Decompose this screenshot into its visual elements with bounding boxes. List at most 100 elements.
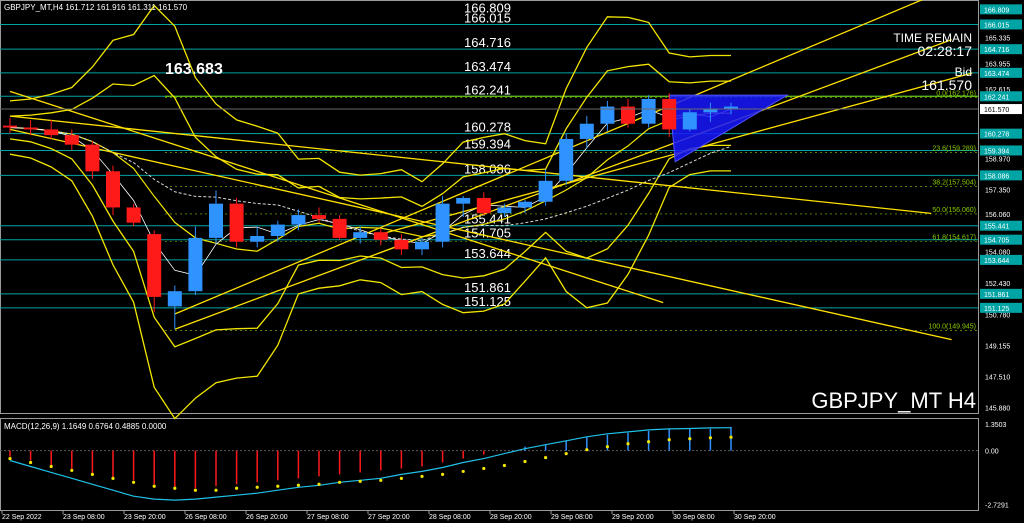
candle[interactable] — [435, 196, 450, 248]
macd-signal-dot — [647, 440, 651, 444]
candle-body — [229, 203, 244, 242]
current-price-text: 161.570 — [984, 107, 1009, 114]
candle-body — [518, 201, 532, 208]
candle-body — [373, 232, 388, 240]
macd-signal-dot — [729, 435, 733, 439]
macd-signal-dot — [605, 445, 610, 449]
fib-label: 23.6(159.289) — [932, 145, 976, 152]
price-tag-text: 153.644 — [984, 258, 1009, 265]
level-label: 153.644 — [464, 246, 511, 261]
time-tick: 23 Sep 20:00 — [124, 514, 166, 521]
candle-body — [106, 171, 120, 208]
macd-signal-dot — [441, 472, 445, 476]
macd-signal-dot — [235, 486, 239, 490]
price-tag-text: 155.441 — [984, 224, 1009, 231]
time-tick: 26 Sep 08:00 — [185, 514, 227, 521]
macd-signal-dot — [708, 436, 713, 440]
macd-signal-dot — [564, 452, 568, 456]
price-tag-text: 151.125 — [984, 306, 1009, 313]
candle-body — [538, 180, 553, 202]
time-tick: 28 Sep 08:00 — [429, 514, 471, 521]
price-tick: 165.335 — [985, 35, 1010, 42]
price-tag-text: 163.474 — [984, 71, 1009, 78]
candle-body — [682, 112, 697, 130]
candle-body — [23, 127, 38, 130]
candle-body — [394, 239, 409, 250]
macd-signal-dot — [173, 486, 177, 490]
price-tick: 147.510 — [985, 375, 1010, 382]
fib-label: 100.0(149.945) — [929, 323, 976, 330]
price-tag-text: 151.861 — [984, 292, 1009, 299]
candle-body — [85, 144, 100, 172]
candle[interactable] — [229, 197, 244, 248]
price-tick: 150.780 — [985, 312, 1010, 319]
time-tick: 26 Sep 20:00 — [246, 514, 288, 521]
fib-label: 38.2(157.504) — [932, 179, 976, 186]
macd-signal-dot — [502, 463, 506, 468]
candle[interactable] — [641, 95, 656, 128]
macd-signal-dot — [276, 484, 280, 488]
time-tick: 27 Sep 20:00 — [368, 514, 410, 521]
macd-signal-dot — [8, 456, 12, 461]
candle-body — [250, 236, 265, 242]
candle-body — [559, 138, 574, 181]
candle-body — [44, 129, 59, 136]
price-tag-text: 160.278 — [984, 132, 1009, 139]
candle-body — [476, 197, 491, 214]
time-tick: 23 Sep 08:00 — [63, 514, 105, 521]
fib-label: 50.0(156.060) — [932, 207, 976, 214]
candle-body — [167, 291, 182, 307]
candle-body — [353, 232, 368, 238]
candle-body — [497, 207, 512, 214]
price-tick: 152.430 — [985, 281, 1010, 288]
time-tick: 22 Sep 2022 — [2, 514, 42, 521]
macd-tick: -2.7291 — [985, 503, 1009, 510]
macd-signal-dot — [152, 484, 156, 488]
macd-signal-dot — [420, 474, 424, 478]
macd-tick: 0.00 — [985, 449, 999, 456]
price-tag-text: 166.015 — [984, 22, 1009, 29]
level-label: 151.125 — [464, 294, 511, 309]
level-label-top: 166.809 — [464, 0, 511, 15]
macd-signal-dot — [193, 488, 197, 492]
macd-signal-dot — [49, 464, 53, 469]
price-tag-text: 162.241 — [984, 94, 1009, 101]
bid-value: 161.570 — [921, 77, 972, 93]
candle-body — [332, 218, 347, 238]
level-label: 163.474 — [464, 59, 511, 74]
price-tag-text: 159.394 — [984, 148, 1009, 155]
time-tick: 27 Sep 08:00 — [307, 514, 349, 521]
macd-signal-dot — [688, 437, 692, 441]
macd-signal-dot — [90, 472, 94, 476]
macd-signal-dot — [29, 460, 33, 465]
candle[interactable] — [559, 133, 574, 185]
time-remain-value: 02:28:17 — [918, 43, 973, 59]
symbol-watermark: GBPJPY_MT H4 — [811, 388, 976, 413]
macd-signal-dot — [214, 488, 218, 492]
price-tag-text: 164.716 — [984, 47, 1009, 54]
price-tag-text: 154.705 — [984, 238, 1009, 245]
price-tick: 157.350 — [985, 187, 1010, 194]
macd-signal-dot — [317, 482, 321, 486]
macd-signal-dot — [132, 480, 136, 484]
price-tick: 149.155 — [985, 343, 1010, 350]
candle-body — [188, 237, 203, 292]
level-label: 159.394 — [464, 136, 511, 151]
macd-signal-dot — [338, 480, 342, 484]
price-tick: 156.060 — [985, 212, 1010, 219]
macd-signal-dot — [461, 469, 465, 474]
candle-body — [415, 241, 429, 250]
candle-body — [126, 207, 141, 223]
candle-body — [435, 203, 450, 242]
instrument-header: GBPJPY_MT,H4 161.712 161.916 161.311 161… — [4, 3, 188, 12]
candle-body — [147, 234, 162, 297]
candle-body — [662, 98, 677, 130]
candle-body — [3, 125, 17, 128]
chart-stage[interactable]: 166.015 164.716 163.474 162.241 160.278 159.3… — [0, 0, 1024, 523]
candle-body — [312, 215, 326, 219]
candle-body — [724, 106, 738, 109]
macd-signal-dot — [544, 455, 548, 460]
macd-signal-dot — [379, 478, 383, 482]
time-tick: 30 Sep 20:00 — [734, 514, 776, 521]
fib-label: 61.8(154.617) — [932, 234, 976, 241]
